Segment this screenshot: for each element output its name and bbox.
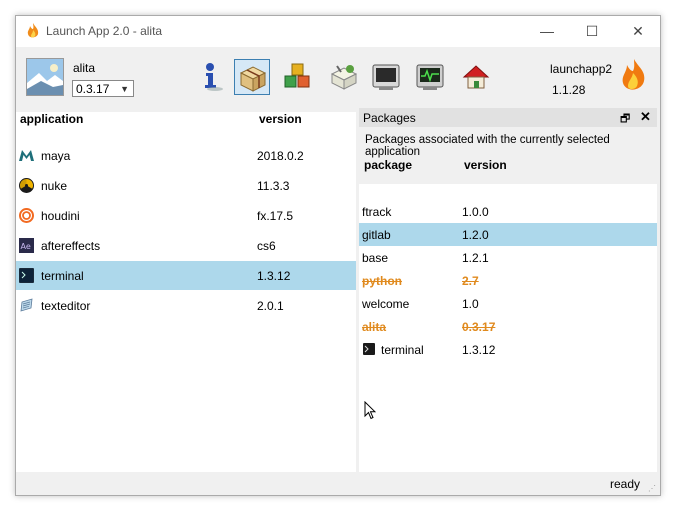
- column-header-version[interactable]: version: [464, 158, 507, 172]
- monitor-tool-button[interactable]: [412, 59, 448, 95]
- application-name: maya: [41, 149, 71, 163]
- package-row-alita[interactable]: alita 0.3.17: [359, 315, 657, 338]
- status-bar: ready ⋰: [16, 474, 660, 495]
- home-tool-button[interactable]: [458, 59, 494, 95]
- application-name: texteditor: [41, 299, 91, 313]
- avatar-landscape-icon: [27, 59, 63, 95]
- application-name: aftereffects: [41, 239, 101, 253]
- package-version: 0.3.17: [462, 320, 496, 334]
- packages-header: package version: [359, 153, 657, 183]
- package-version: 1.2.1: [462, 251, 489, 265]
- package-name: terminal: [381, 343, 424, 357]
- nuke-icon: [19, 178, 34, 193]
- packages-dock: Packages 🗗 ✕ Packages associated with th…: [359, 108, 660, 472]
- launcher-version: 1.1.28: [552, 83, 586, 97]
- settings-icon: [330, 65, 358, 90]
- application-row-maya[interactable]: maya 2018.0.2: [16, 141, 356, 170]
- launcher-flame-logo-icon: [622, 59, 645, 90]
- package-name: python: [362, 274, 402, 288]
- maximize-button[interactable]: ☐: [569, 16, 615, 47]
- resize-grip-icon[interactable]: ⋰: [648, 484, 656, 493]
- package-version: 2.7: [462, 274, 479, 288]
- dock-title: Packages: [363, 111, 416, 125]
- terminal-icon: [19, 268, 34, 283]
- mouse-cursor-icon: [364, 401, 376, 420]
- package-name: base: [362, 251, 389, 265]
- launcher-name: launchapp2: [550, 62, 613, 76]
- application-row-texteditor[interactable]: texteditor 2.0.1: [16, 291, 356, 320]
- close-button[interactable]: ✕: [615, 16, 660, 47]
- info-tool-button[interactable]: [194, 59, 230, 95]
- application-row-houdini[interactable]: houdini fx.17.5: [16, 201, 356, 230]
- package-name: alita: [362, 320, 387, 334]
- title-bar: Launch App 2.0 - alita — ☐ ✕: [16, 16, 660, 47]
- terminal-icon: [363, 343, 375, 355]
- avatar: [26, 58, 64, 96]
- aftereffects-icon: Ae: [19, 238, 34, 253]
- version-select-value: 0.3.17: [76, 82, 110, 96]
- close-dock-button[interactable]: ✕: [640, 109, 651, 125]
- float-dock-button[interactable]: 🗗: [620, 110, 630, 129]
- console-tool-button[interactable]: [368, 59, 404, 95]
- minimize-button[interactable]: —: [524, 16, 570, 47]
- toolbar: alita 0.3.17 ▼ launchapp2 1.1.28: [16, 47, 660, 112]
- package-row-terminal[interactable]: terminal 1.3.12: [359, 338, 657, 361]
- dock-title-bar[interactable]: Packages 🗗 ✕: [359, 108, 657, 127]
- package-row-python[interactable]: python 2.7: [359, 269, 657, 292]
- package-icon: [239, 66, 267, 92]
- home-icon: [462, 65, 490, 89]
- application-row-terminal[interactable]: terminal 1.3.12: [16, 261, 356, 290]
- application-name: houdini: [41, 209, 80, 223]
- user-name: alita: [73, 61, 96, 75]
- column-header-application[interactable]: application: [20, 112, 83, 126]
- package-version: 1.0: [462, 297, 479, 311]
- application-name: nuke: [41, 179, 68, 193]
- application-version: 2.0.1: [257, 299, 284, 313]
- applications-header: application version: [16, 112, 356, 132]
- application-version: fx.17.5: [257, 209, 294, 223]
- application-name: terminal: [41, 269, 84, 283]
- maya-icon: [19, 150, 34, 161]
- applications-pane: application version maya 2018.0.2 nuke 1…: [16, 112, 356, 472]
- version-select[interactable]: 0.3.17 ▼: [72, 80, 134, 97]
- package-row-ftrack[interactable]: ftrack 1.0.0: [359, 200, 657, 223]
- package-tool-button[interactable]: [234, 59, 270, 95]
- flame-icon: [27, 23, 39, 38]
- cubes-icon: [284, 63, 310, 88]
- svg-text:Ae: Ae: [21, 242, 31, 251]
- main-window: Launch App 2.0 - alita — ☐ ✕ alita 0.3.1…: [15, 15, 661, 496]
- info-icon: [205, 63, 223, 91]
- houdini-icon: [19, 208, 34, 223]
- package-row-welcome[interactable]: welcome 1.0: [359, 292, 657, 315]
- status-text: ready: [610, 477, 641, 491]
- column-header-package[interactable]: package: [364, 158, 412, 172]
- package-version: 1.3.12: [462, 343, 496, 357]
- package-name: ftrack: [362, 205, 392, 219]
- package-row-gitlab[interactable]: gitlab 1.2.0: [359, 223, 657, 246]
- console-icon: [372, 64, 400, 90]
- application-row-aftereffects[interactable]: Ae aftereffects cs6: [16, 231, 356, 260]
- settings-tool-button[interactable]: [326, 59, 362, 95]
- column-header-version[interactable]: version: [259, 112, 302, 126]
- window-title: Launch App 2.0 - alita: [46, 24, 163, 38]
- application-version: 11.3.3: [257, 179, 290, 193]
- packages-list: ftrack 1.0.0 gitlab 1.2.0 base 1.2.1 pyt…: [359, 184, 657, 472]
- package-row-base[interactable]: base 1.2.1: [359, 246, 657, 269]
- package-name: welcome: [362, 297, 410, 311]
- texteditor-icon: [20, 298, 33, 312]
- package-name: gitlab: [362, 228, 391, 242]
- application-version: 2018.0.2: [257, 149, 304, 163]
- application-version: 1.3.12: [257, 269, 291, 283]
- application-row-nuke[interactable]: nuke 11.3.3: [16, 171, 356, 200]
- application-version: cs6: [257, 239, 276, 253]
- monitor-icon: [416, 64, 444, 90]
- cubes-tool-button[interactable]: [280, 59, 316, 95]
- package-version: 1.0.0: [462, 205, 489, 219]
- package-version: 1.2.0: [462, 228, 489, 242]
- chevron-down-icon: ▼: [120, 84, 129, 94]
